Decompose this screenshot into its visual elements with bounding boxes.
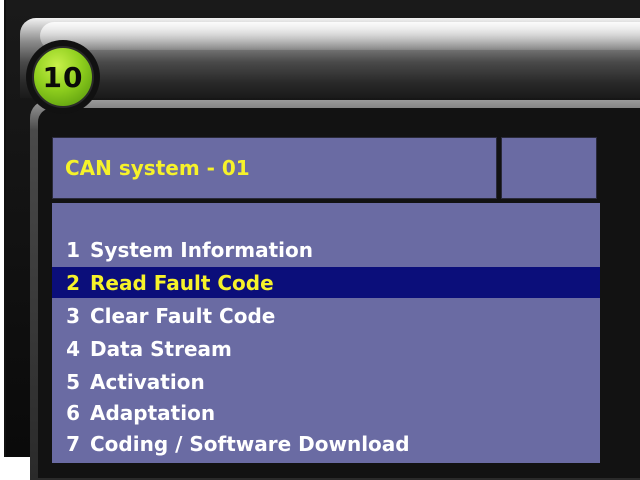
window-left-border [0,0,6,457]
menu-item-adaptation[interactable]: 6 Adaptation [52,397,600,428]
menu-item-number: 6 [66,400,80,425]
menu-item-number: 7 [66,431,80,456]
menu-item-number: 5 [66,369,80,394]
menu-item-read-fault-code[interactable]: 2 Read Fault Code [52,267,600,298]
menu-item-label: Adaptation [90,400,216,425]
header-sheen [40,22,640,50]
menu-item-activation[interactable]: 5 Activation [52,366,600,397]
menu-item-clear-fault-code[interactable]: 3 Clear Fault Code [52,300,600,331]
menu-item-label: Data Stream [90,336,232,361]
menu-item-system-information[interactable]: 1 System Information [52,234,600,265]
panel-title: CAN system - 01 [65,156,250,180]
menu-item-label: Activation [90,369,205,394]
step-number: 10 [42,60,84,94]
menu-item-label: System Information [90,237,313,262]
menu-item-number: 3 [66,303,80,328]
menu-item-coding-software-download[interactable]: 7 Coding / Software Download [52,428,600,459]
step-badge: 10 [26,40,100,114]
menu-item-data-stream[interactable]: 4 Data Stream [52,333,600,364]
panel-title-aux-cell [501,137,597,199]
step-badge-circle: 10 [32,46,94,108]
menu-item-label: Read Fault Code [90,270,274,295]
menu-item-number: 4 [66,336,80,361]
menu-item-number: 2 [66,270,80,295]
menu-item-label: Coding / Software Download [90,431,410,456]
menu-item-number: 1 [66,237,80,262]
menu-item-label: Clear Fault Code [90,303,276,328]
panel-title-cell: CAN system - 01 [52,137,497,199]
